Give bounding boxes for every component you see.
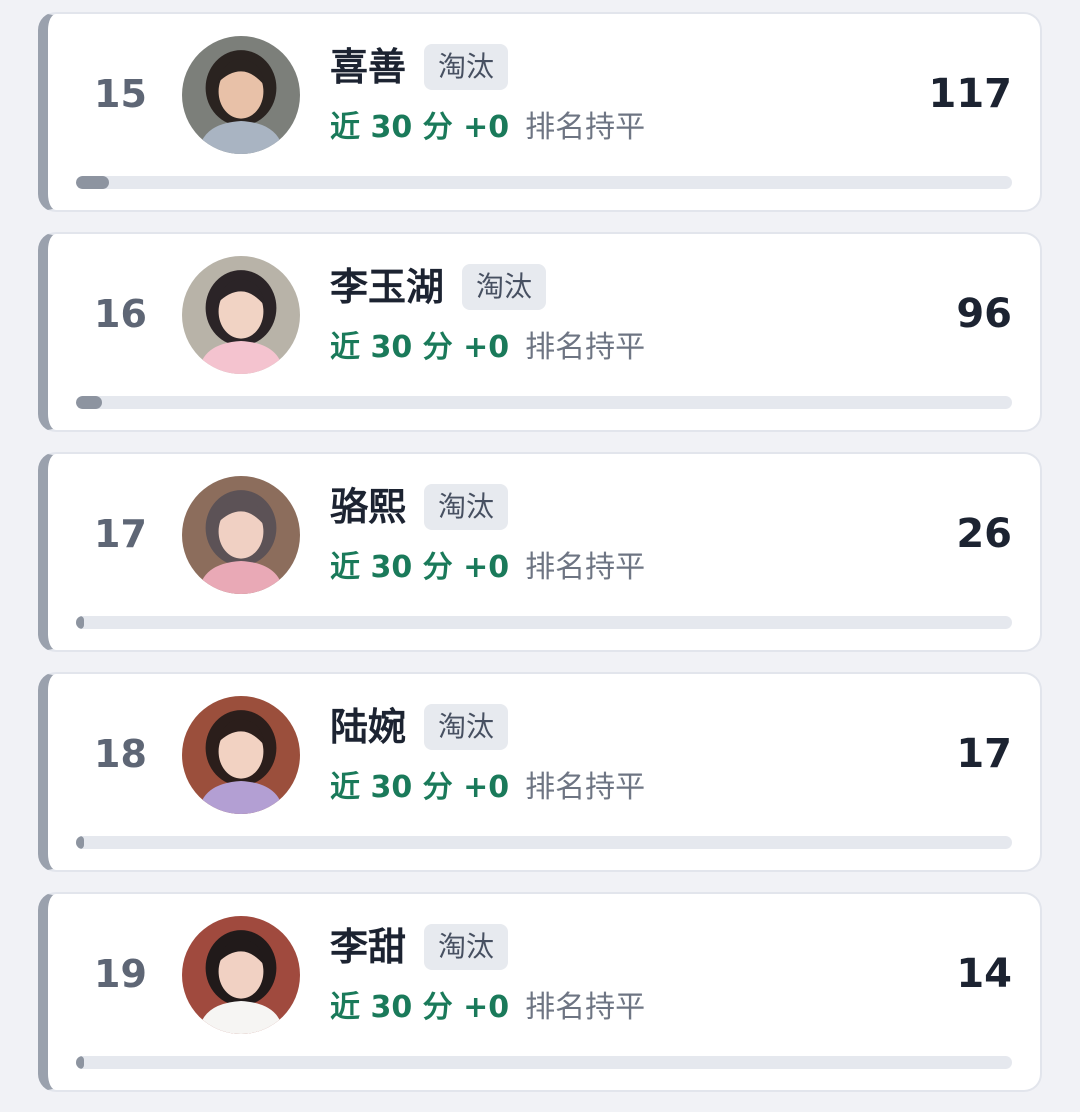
score-value: 96 [956, 291, 1012, 337]
rank-number: 19 [94, 952, 147, 996]
progress-bar [76, 176, 1012, 189]
trend-row: 近 30 分 +0 排名持平 [330, 108, 645, 148]
name-row: 李玉湖 淘汰 [330, 262, 547, 312]
recent-change: 近 30 分 +0 [330, 330, 510, 365]
contestant-name: 陆婉 [330, 705, 407, 749]
progress-bar [76, 396, 1012, 409]
name-row: 喜善 淘汰 [330, 42, 509, 92]
rank-status: 排名持平 [525, 990, 646, 1025]
avatar-portrait-icon [182, 696, 300, 814]
avatar[interactable] [182, 916, 300, 1034]
status-badge: 淘汰 [462, 264, 547, 310]
ranking-card[interactable]: 15 喜善 淘汰 近 30 分 +0 排名持平 117 [38, 12, 1042, 212]
progress-bar-fill [76, 1056, 84, 1069]
progress-bar [76, 616, 1012, 629]
ranking-card[interactable]: 17 骆熙 淘汰 近 30 分 +0 排名持平 26 [38, 452, 1042, 652]
name-row: 骆熙 淘汰 [330, 482, 509, 532]
trend-row: 近 30 分 +0 排名持平 [330, 548, 645, 588]
recent-change: 近 30 分 +0 [330, 550, 510, 585]
status-badge: 淘汰 [424, 704, 509, 750]
name-row: 李甜 淘汰 [330, 922, 509, 972]
ranking-card[interactable]: 19 李甜 淘汰 近 30 分 +0 排名持平 14 [38, 892, 1042, 1092]
contestant-name: 喜善 [330, 45, 407, 89]
recent-change: 近 30 分 +0 [330, 990, 510, 1025]
status-badge: 淘汰 [424, 484, 509, 530]
score-value: 26 [956, 511, 1012, 557]
avatar-portrait-icon [182, 916, 300, 1034]
score-value: 17 [956, 731, 1012, 777]
rank-status: 排名持平 [525, 110, 646, 145]
avatar[interactable] [182, 696, 300, 814]
name-row: 陆婉 淘汰 [330, 702, 509, 752]
contestant-name: 李甜 [330, 925, 407, 969]
rank-status: 排名持平 [525, 330, 646, 365]
rank-number: 18 [94, 732, 147, 776]
recent-change: 近 30 分 +0 [330, 110, 510, 145]
rank-number: 15 [94, 72, 147, 116]
avatar[interactable] [182, 256, 300, 374]
avatar-portrait-icon [182, 36, 300, 154]
ranking-list: 15 喜善 淘汰 近 30 分 +0 排名持平 117 16 李玉湖 淘汰 近 … [38, 12, 1042, 1112]
progress-bar-fill [76, 396, 103, 409]
avatar-portrait-icon [182, 256, 300, 374]
ranking-card[interactable]: 16 李玉湖 淘汰 近 30 分 +0 排名持平 96 [38, 232, 1042, 432]
progress-bar-fill [76, 176, 109, 189]
score-value: 117 [928, 71, 1013, 117]
progress-bar [76, 1056, 1012, 1069]
score-value: 14 [956, 951, 1012, 997]
ranking-card[interactable]: 18 陆婉 淘汰 近 30 分 +0 排名持平 17 [38, 672, 1042, 872]
progress-bar-fill [76, 616, 84, 629]
rank-number: 17 [94, 512, 147, 556]
avatar[interactable] [182, 36, 300, 154]
recent-change: 近 30 分 +0 [330, 770, 510, 805]
rank-number: 16 [94, 292, 147, 336]
status-badge: 淘汰 [424, 44, 509, 90]
trend-row: 近 30 分 +0 排名持平 [330, 328, 645, 368]
contestant-name: 骆熙 [330, 485, 407, 529]
avatar-portrait-icon [182, 476, 300, 594]
progress-bar [76, 836, 1012, 849]
contestant-name: 李玉湖 [330, 265, 445, 309]
rank-status: 排名持平 [525, 770, 646, 805]
trend-row: 近 30 分 +0 排名持平 [330, 768, 645, 808]
status-badge: 淘汰 [424, 924, 509, 970]
trend-row: 近 30 分 +0 排名持平 [330, 988, 645, 1028]
progress-bar-fill [76, 836, 84, 849]
rank-status: 排名持平 [525, 550, 646, 585]
avatar[interactable] [182, 476, 300, 594]
